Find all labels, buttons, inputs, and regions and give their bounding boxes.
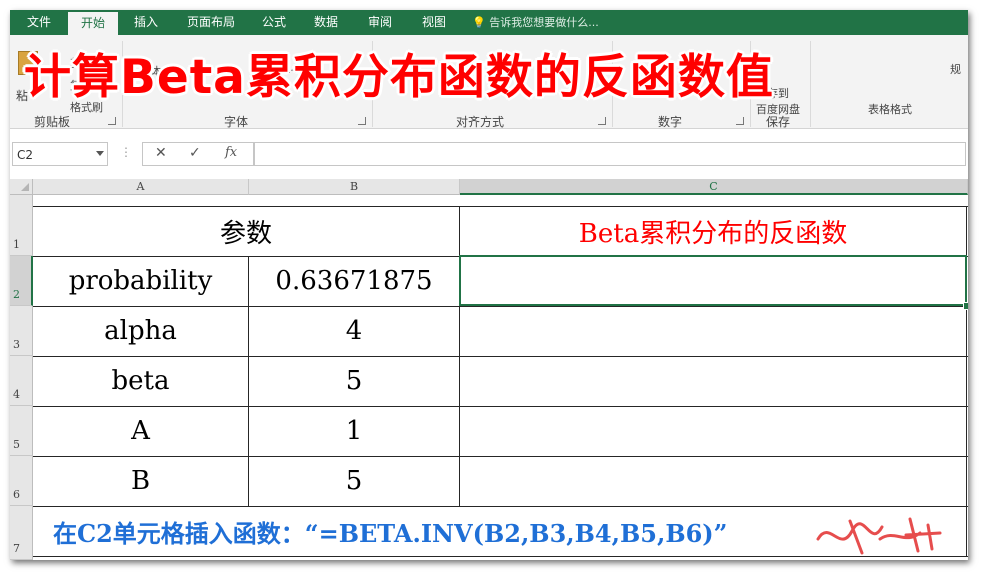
normal-style-button[interactable]: 规 <box>950 61 961 77</box>
chevron-down-icon[interactable] <box>96 151 104 156</box>
group-divider <box>810 41 811 127</box>
lightbulb-icon: 💡 <box>472 16 486 29</box>
row-header-5[interactable]: 5 <box>10 406 33 456</box>
cell-b2[interactable]: 0.63671875 <box>249 256 459 306</box>
cell-a3[interactable]: alpha <box>33 306 248 356</box>
group-label-clipboard: 剪贴板 <box>34 115 71 129</box>
column-header-b[interactable]: B <box>249 179 460 195</box>
tab-insert[interactable]: 插入 <box>124 10 168 35</box>
tab-review[interactable]: 审阅 <box>360 10 400 35</box>
column-header-c[interactable]: C <box>460 179 968 195</box>
tab-page-layout[interactable]: 页面布局 <box>176 10 246 35</box>
tab-formulas[interactable]: 公式 <box>254 10 294 35</box>
fill-handle[interactable] <box>963 302 968 310</box>
insert-function-icon[interactable]: fx <box>225 145 237 160</box>
tab-data[interactable]: 数据 <box>306 10 346 35</box>
cell-a5[interactable]: A <box>33 406 248 456</box>
font-launcher-icon[interactable] <box>358 117 366 125</box>
tab-file[interactable]: 文件 <box>16 10 62 35</box>
cell-b3[interactable]: 4 <box>249 306 459 356</box>
cell-c1[interactable]: Beta累积分布的反函数 <box>460 206 966 256</box>
select-all-corner[interactable] <box>10 179 33 195</box>
tell-me-text: 告诉我您想要做什么... <box>489 16 599 29</box>
tell-me-box[interactable]: 💡 告诉我您想要做什么... <box>472 10 599 35</box>
worksheet-grid[interactable]: A B C 1 2 3 4 5 6 7 参数 Beta累积分布的反函数 prob… <box>10 179 968 560</box>
formula-input[interactable] <box>254 142 966 166</box>
name-box[interactable]: C2 <box>12 142 108 166</box>
title-banner: 计算Beta累积分布函数的反函数值 <box>24 50 774 105</box>
formula-buttons: ✕ ✓ fx <box>142 142 254 166</box>
cell-c2-selection[interactable] <box>459 255 967 306</box>
cell-a1[interactable]: 参数 <box>33 206 459 256</box>
cell-a4[interactable]: beta <box>33 356 248 406</box>
cell-a2[interactable]: probability <box>33 256 248 306</box>
excel-window: 文件 开始 插入 页面布局 公式 数据 审阅 视图 💡 告诉我您想要做什么...… <box>10 10 968 560</box>
group-label-number: 数字 <box>658 115 683 129</box>
clipboard-launcher-icon[interactable] <box>108 117 116 125</box>
ribbon-tab-bar: 文件 开始 插入 页面布局 公式 数据 审阅 视图 💡 告诉我您想要做什么... <box>10 10 968 35</box>
row-header-7[interactable]: 7 <box>10 506 33 560</box>
group-label-save: 保存 <box>766 115 791 129</box>
formula-bar-splitter[interactable]: ⋮ <box>120 145 132 159</box>
enter-icon[interactable]: ✓ <box>189 145 201 161</box>
group-label-alignment: 对齐方式 <box>456 115 505 129</box>
tab-view[interactable]: 视图 <box>414 10 454 35</box>
number-launcher-icon[interactable] <box>736 117 744 125</box>
tab-home[interactable]: 开始 <box>68 12 118 35</box>
table-format-button[interactable]: 表格格式 <box>868 101 912 117</box>
row-header-1[interactable]: 1 <box>10 195 33 256</box>
cell-b4[interactable]: 5 <box>249 356 459 406</box>
cancel-icon[interactable]: ✕ <box>155 145 167 161</box>
row-header-4[interactable]: 4 <box>10 356 33 406</box>
signature-watermark <box>816 517 942 555</box>
row-header-3[interactable]: 3 <box>10 306 33 356</box>
formula-bar: C2 ⋮ ✕ ✓ fx <box>10 141 968 169</box>
cell-b5[interactable]: 1 <box>249 406 459 456</box>
column-header-a[interactable]: A <box>33 179 249 195</box>
row-header-6[interactable]: 6 <box>10 456 33 506</box>
row-header-2[interactable]: 2 <box>10 256 33 306</box>
alignment-launcher-icon[interactable] <box>598 117 606 125</box>
cell-a6[interactable]: B <box>33 456 248 506</box>
cell-b6[interactable]: 5 <box>249 456 459 506</box>
group-label-font: 字体 <box>224 115 249 129</box>
